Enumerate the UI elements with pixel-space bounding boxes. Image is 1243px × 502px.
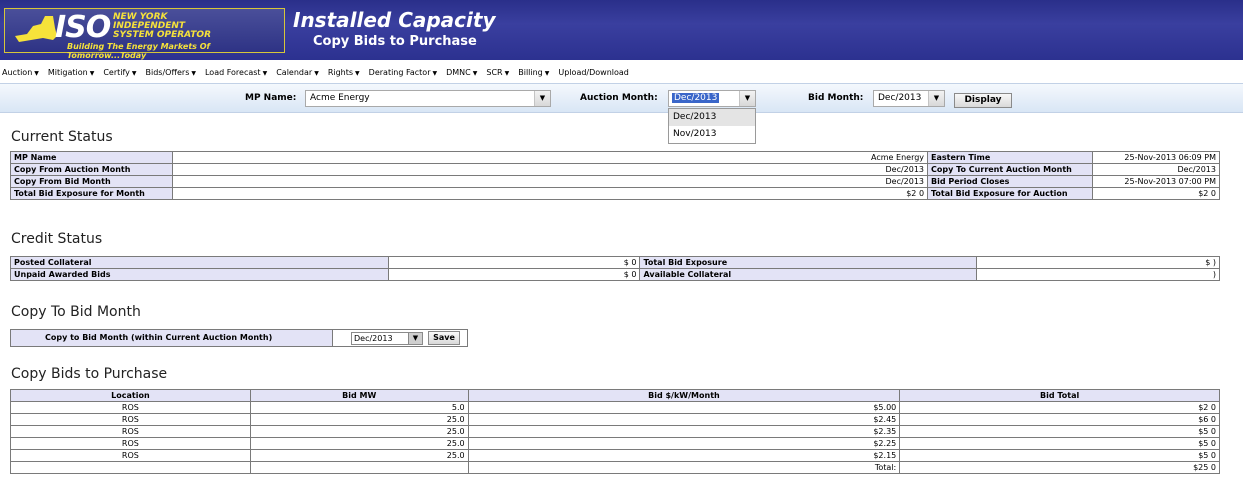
- nav-load-forecast[interactable]: Load Forecast ▼: [205, 68, 267, 77]
- table-row: ROS 5.0 $5.00 $2 0: [10, 401, 1220, 414]
- chevron-down-icon: ▼: [432, 69, 438, 77]
- nav-calendar[interactable]: Calendar ▼: [276, 68, 319, 77]
- nyiso-logo: ISO NEW YORK INDEPENDENT SYSTEM OPERATOR…: [4, 8, 285, 60]
- logo-iso-text: ISO: [55, 10, 111, 45]
- nav-certify[interactable]: Certify ▼: [103, 68, 136, 77]
- chevron-down-icon: ▼: [34, 69, 39, 77]
- main-nav: Auction ▼ Mitigation ▼ Certify ▼ Bids/Offer…: [0, 62, 1243, 82]
- chevron-down-icon: ▼: [534, 91, 550, 106]
- auction-month-dropdown: Dec/2013 Nov/2013: [668, 108, 756, 144]
- chevron-down-icon: ▼: [314, 69, 319, 77]
- save-button[interactable]: Save: [428, 331, 460, 345]
- chevron-down-icon: ▼: [739, 91, 755, 106]
- display-button[interactable]: Display: [954, 93, 1012, 108]
- copy-to-bid-month-select[interactable]: Dec/2013 ▼: [351, 332, 423, 345]
- auction-month-label: Auction Month:: [580, 93, 658, 103]
- mp-name-select[interactable]: Acme Energy ▼: [305, 90, 551, 107]
- copy-bids-title: Copy Bids to Purchase: [11, 366, 168, 382]
- table-row: Posted Collateral $ 0 Total Bid Exposure…: [10, 256, 1220, 269]
- nav-mitigation[interactable]: Mitigation ▼: [48, 68, 94, 77]
- col-bid-price: Bid $/kW/Month: [467, 389, 901, 402]
- bid-month-select[interactable]: Dec/2013 ▼: [873, 90, 945, 107]
- nav-upload-download[interactable]: Upload/Download: [558, 68, 629, 77]
- chevron-down-icon: ▼: [262, 69, 268, 77]
- table-total-row: Total: $25 0: [10, 461, 1220, 474]
- logo-lines: NEW YORK INDEPENDENT SYSTEM OPERATOR: [113, 12, 212, 40]
- chevron-down-icon: ▼: [191, 69, 196, 77]
- copy-to-bid-month-title: Copy To Bid Month: [11, 304, 141, 320]
- current-status-table: MP Name Acme Energy Eastern Time 25-Nov-…: [10, 151, 1220, 200]
- total-value: $25 0: [899, 461, 1220, 474]
- copy-to-bid-month-label: Copy to Bid Month (within Current Auctio…: [11, 330, 333, 346]
- table-row: Total Bid Exposure for Month $2 0 Total …: [10, 187, 1220, 200]
- chevron-down-icon: ▼: [355, 69, 360, 77]
- chevron-down-icon: ▼: [544, 69, 550, 77]
- chevron-down-icon: ▼: [928, 91, 944, 106]
- current-status-title: Current Status: [11, 129, 113, 145]
- nav-bids-offers[interactable]: Bids/Offers ▼: [146, 68, 196, 77]
- auction-month-select[interactable]: Dec/2013 ▼: [668, 90, 756, 107]
- nav-rights[interactable]: Rights ▼: [328, 68, 360, 77]
- dropdown-option[interactable]: Nov/2013: [669, 126, 755, 143]
- total-label: Total:: [467, 461, 901, 474]
- app-header: ISO NEW YORK INDEPENDENT SYSTEM OPERATOR…: [0, 0, 1243, 60]
- table-row: ROS 25.0 $2.15 $5 0: [10, 449, 1220, 462]
- new-york-state-icon: [15, 16, 57, 42]
- credit-status-title: Credit Status: [11, 231, 103, 247]
- bids-table: Location Bid MW Bid $/kW/Month Bid Total…: [10, 389, 1220, 474]
- table-row: MP Name Acme Energy Eastern Time 25-Nov-…: [10, 151, 1220, 164]
- chevron-down-icon: ▼: [408, 333, 422, 344]
- col-location: Location: [10, 389, 251, 402]
- chevron-down-icon: ▼: [131, 69, 137, 77]
- table-row: ROS 25.0 $2.45 $6 0: [10, 413, 1220, 426]
- nav-derating-factor[interactable]: Derating Factor ▼: [369, 68, 437, 77]
- chevron-down-icon: ▼: [89, 69, 95, 77]
- mp-name-label: MP Name:: [245, 93, 297, 103]
- page-subtitle: Copy Bids to Purchase: [313, 34, 477, 49]
- nav-dmnc[interactable]: DMNC ▼: [446, 68, 477, 77]
- table-row: ROS 25.0 $2.25 $5 0: [10, 437, 1220, 450]
- table-row: Copy From Auction Month Dec/2013 Copy To…: [10, 163, 1220, 176]
- chevron-down-icon: ▼: [504, 69, 510, 77]
- table-row: Unpaid Awarded Bids $ 0 Available Collat…: [10, 268, 1220, 281]
- chevron-down-icon: ▼: [472, 69, 478, 77]
- nav-billing[interactable]: Billing ▼: [518, 68, 549, 77]
- table-header-row: Location Bid MW Bid $/kW/Month Bid Total: [10, 389, 1220, 402]
- dropdown-option[interactable]: Dec/2013: [669, 109, 755, 126]
- col-bid-total: Bid Total: [899, 389, 1220, 402]
- table-row: ROS 25.0 $2.35 $5 0: [10, 425, 1220, 438]
- col-bid-mw: Bid MW: [249, 389, 469, 402]
- copy-to-bid-month-box: Copy to Bid Month (within Current Auctio…: [10, 329, 468, 347]
- logo-tagline: Building The Energy Markets Of Tomorrow.…: [67, 42, 210, 60]
- nav-auction[interactable]: Auction ▼: [2, 68, 39, 77]
- credit-status-table: Posted Collateral $ 0 Total Bid Exposure…: [10, 256, 1220, 281]
- table-row: Copy From Bid Month Dec/2013 Bid Period …: [10, 175, 1220, 188]
- nav-scr[interactable]: SCR ▼: [486, 68, 509, 77]
- bid-month-label: Bid Month:: [808, 93, 864, 103]
- page-title: Installed Capacity: [293, 8, 496, 32]
